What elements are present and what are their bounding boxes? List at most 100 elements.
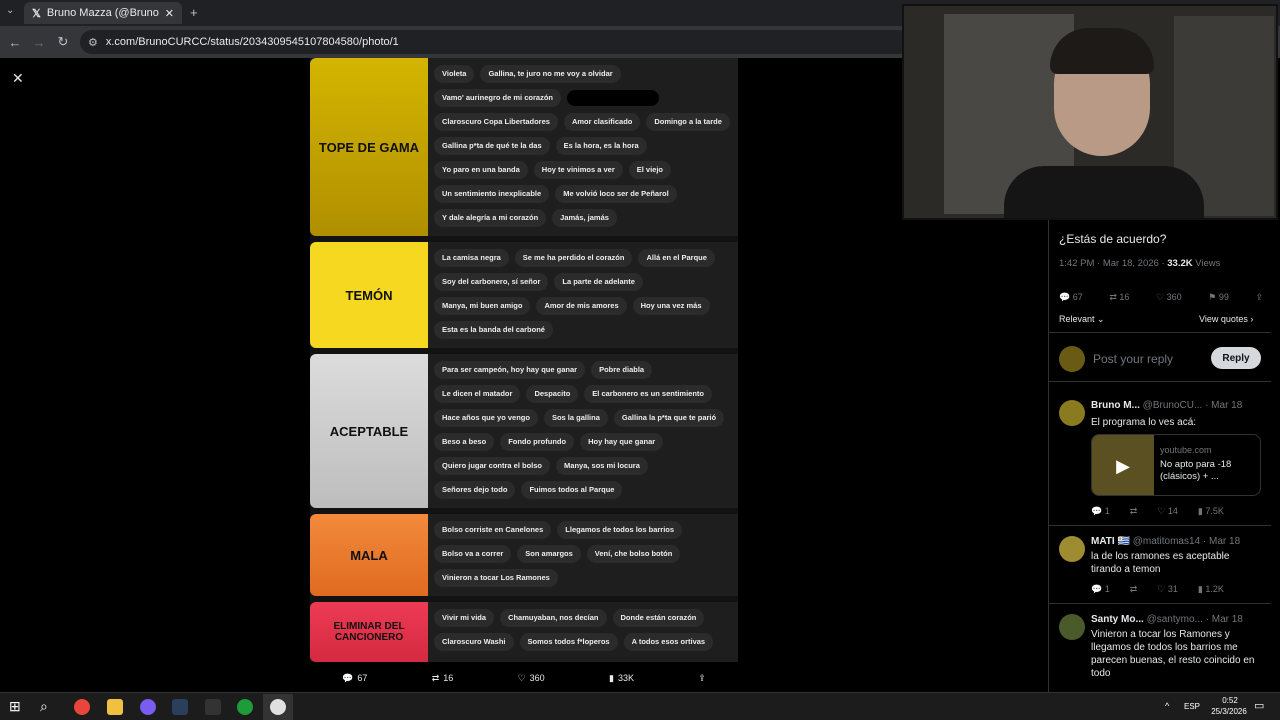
reply-repost-button[interactable]: ⇄	[1130, 506, 1138, 517]
reload-icon[interactable]: ↻	[54, 33, 72, 51]
file-explorer-icon[interactable]	[107, 699, 123, 715]
song-chip: Gallina p*ta de qué te la das	[434, 137, 550, 155]
post-share-icon[interactable]: ⇪	[1255, 292, 1263, 303]
link-card[interactable]: ▶ youtube.com No apto para -18 (clásicos…	[1091, 434, 1261, 496]
song-chip: Vamo' aurinegro de mi corazón	[434, 89, 561, 107]
post-bookmark-button[interactable]: ⚑ 99	[1208, 292, 1229, 303]
search-icon[interactable]: ⌕	[40, 698, 48, 715]
views-action[interactable]: ▮ 33K	[609, 673, 634, 684]
reply-author: Santy Mo...	[1091, 614, 1144, 625]
reply-like-button[interactable]: ♡ 14	[1157, 506, 1178, 517]
language-indicator[interactable]: ESP	[1184, 702, 1200, 711]
reply-input[interactable]: Post your reply	[1093, 352, 1173, 366]
post-reply-button[interactable]: 💬 67	[1059, 292, 1083, 303]
song-chip: Claroscuro Copa Libertadores	[434, 113, 558, 131]
browser-tab[interactable]: 𝕏 Bruno Mazza (@BrunoCURCC) ✕	[24, 2, 182, 24]
address-bar[interactable]: ⚙ x.com/BrunoCURCC/status/20343095451078…	[80, 30, 910, 54]
clock-time[interactable]: 0:52	[1210, 696, 1250, 705]
clock-date[interactable]: 25/3/2026	[1204, 707, 1254, 716]
photo-action-bar: 💬 67 ⇄ 16 ♡ 360 ▮ 33K ⇪	[310, 664, 738, 692]
song-chip: El viejo	[628, 161, 672, 179]
tab-list-chevron-icon[interactable]: ⌄	[6, 5, 14, 16]
song-chip: Violeta	[434, 65, 475, 83]
obs-active-app[interactable]	[263, 694, 293, 720]
back-icon[interactable]: ←	[6, 33, 24, 51]
avatar	[1059, 614, 1085, 640]
reply-stats: 💬 1 ⇄ ♡ 31 ▮ 1.2K	[1091, 584, 1224, 595]
site-info-icon[interactable]: ⚙	[88, 36, 98, 49]
webcam-overlay	[902, 4, 1278, 220]
song-chip: Sos la gallina	[543, 409, 608, 427]
reply-header: MATI 🇺🇾 @matitomas14 · Mar 18	[1091, 536, 1267, 547]
reply-views[interactable]: ▮ 1.2K	[1198, 584, 1224, 595]
avatar	[1059, 400, 1085, 426]
song-chip: Me volvió loco ser de Peñarol	[555, 185, 677, 203]
song-chip: Domingo a la tarde	[646, 113, 730, 131]
song-chip: Gallina la p*ta que te parió	[613, 409, 725, 427]
share-icon[interactable]: ⇪	[698, 673, 706, 684]
like-action[interactable]: ♡ 360	[518, 673, 545, 684]
song-chip: Hoy te vinimos a ver	[533, 161, 623, 179]
webcam-hair	[1050, 28, 1154, 74]
view-quotes-label: View quotes	[1199, 314, 1248, 324]
reply-item[interactable]: Santy Mo... @santymo... · Mar 18 Viniero…	[1049, 604, 1271, 692]
post-actions: 💬 67 ⇄ 16 ♡ 360 ⚑ 99 ⇪	[1059, 292, 1263, 303]
song-chip: Beso a beso	[434, 433, 495, 451]
epic-games-icon[interactable]	[205, 699, 221, 715]
play-icon: ▶	[1092, 435, 1154, 495]
reply-repost-button[interactable]: ⇄	[1130, 584, 1138, 595]
reply-reply-button[interactable]: 💬 1	[1091, 506, 1110, 517]
song-chip: Le dicen el matador	[434, 385, 521, 403]
tier-row-eliminar: ELIMINAR DEL CANCIONERO Vivir mi vida Cha…	[310, 602, 738, 662]
obs-icon	[270, 699, 286, 715]
reply-views[interactable]: ▮ 7.5K	[1198, 506, 1224, 517]
steam-icon[interactable]	[172, 699, 188, 715]
song-chip: Allá en el Parque	[638, 249, 715, 267]
reply-item[interactable]: MATI 🇺🇾 @matitomas14 · Mar 18 la de los …	[1049, 526, 1271, 604]
post-repost-button[interactable]: ⇄ 16	[1109, 292, 1129, 303]
close-photo-icon[interactable]: ✕	[12, 70, 24, 87]
post-meta: 1:42 PM · Mar 18, 2026 · 33.2K Views	[1059, 258, 1220, 269]
reply-reply-count: 1	[1104, 506, 1110, 516]
reply-button[interactable]: Reply	[1211, 347, 1261, 369]
card-title: No apto para -18 (clásicos) + ...	[1160, 459, 1232, 482]
reply-action[interactable]: 💬 67	[342, 673, 367, 684]
song-chip: Gallina, te juro no me voy a olvidar	[480, 65, 621, 83]
chrome-icon[interactable]	[74, 699, 90, 715]
chevron-right-icon: ›	[1250, 314, 1254, 324]
url-text: x.com/BrunoCURCC/status/2034309545107804…	[105, 36, 399, 48]
repost-action[interactable]: ⇄ 16	[432, 673, 454, 684]
tier-list-image: TOPE DE GAMA Violeta Gallina, te juro no …	[310, 58, 738, 662]
view-quotes-link[interactable]: View quotes ›	[1199, 314, 1253, 324]
forward-icon[interactable]: →	[30, 33, 48, 51]
tier-row-mala: MALA Bolso corriste en Canelones Llegamos…	[310, 514, 738, 596]
sort-dropdown[interactable]: Relevant ⌄	[1059, 314, 1105, 325]
reply-reply-button[interactable]: 💬 1	[1091, 584, 1110, 595]
reply-item[interactable]: Bruno M... @BrunoCU... · Mar 18 El progr…	[1049, 390, 1271, 526]
post-like-button[interactable]: ♡ 360	[1156, 292, 1182, 303]
tray-chevron-icon[interactable]: ^	[1165, 701, 1169, 711]
song-chip: Somos todos f*loperos	[519, 633, 618, 651]
post-bookmark-count: 99	[1218, 292, 1229, 302]
tier-row-aceptable: ACEPTABLE Para ser campeón, hoy hay que …	[310, 354, 738, 508]
song-chip: Despacito	[526, 385, 579, 403]
post-text: ¿Estás de acuerdo?	[1059, 232, 1167, 246]
xbox-icon[interactable]	[237, 699, 253, 715]
post-time: 1:42 PM · Mar 18, 2026 ·	[1059, 258, 1165, 269]
song-chip: Vivir mi vida	[434, 609, 495, 627]
post-reply-count: 67	[1072, 292, 1083, 302]
reply-like-count: 14	[1167, 506, 1178, 516]
song-chip: Hoy hay que ganar	[580, 433, 664, 451]
x-logo-icon: 𝕏	[32, 7, 41, 20]
discord-icon[interactable]	[140, 699, 156, 715]
tab-close-icon[interactable]: ✕	[165, 7, 174, 20]
reply-handle: @BrunoCU...	[1142, 400, 1203, 411]
windows-start-icon[interactable]: ⊞	[9, 698, 21, 715]
notification-icon[interactable]: ▭	[1254, 699, 1264, 712]
song-chip: Amor de mis amores	[536, 297, 627, 315]
song-chip: La parte de adelante	[554, 273, 643, 291]
new-tab-button[interactable]: +	[190, 5, 198, 20]
reply-like-button[interactable]: ♡ 31	[1157, 584, 1178, 595]
song-chip: Son amargos	[517, 545, 581, 563]
song-chip: Hace años que yo vengo	[434, 409, 538, 427]
